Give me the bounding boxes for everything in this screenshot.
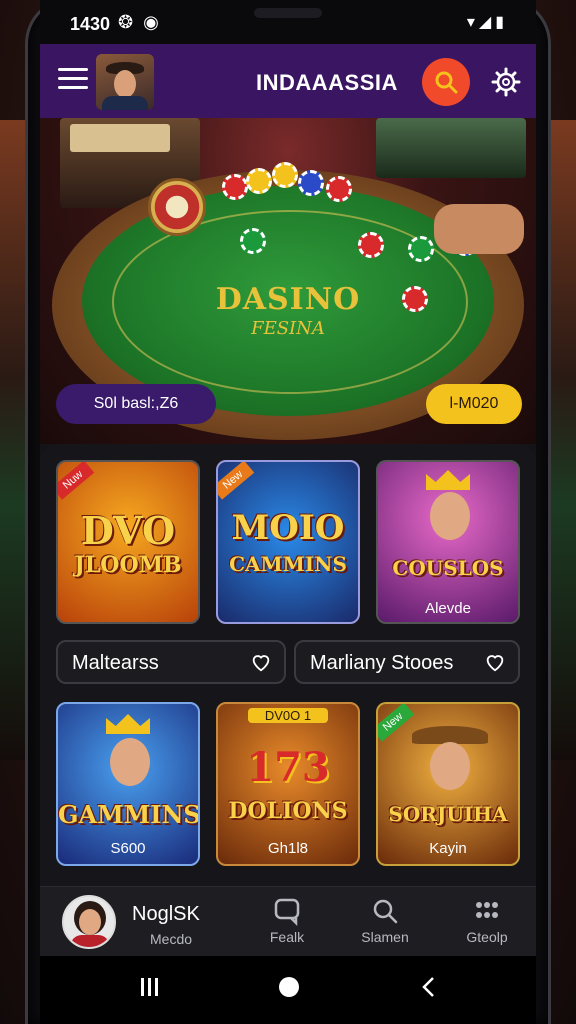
game-title: SORJUIHA (388, 802, 508, 826)
game-title-line2: CAMMINS (229, 552, 347, 576)
heart-icon[interactable] (484, 651, 506, 673)
crown-icon (106, 714, 150, 734)
game-character-illustration (422, 488, 478, 548)
game-title: GAMMINS (58, 800, 200, 829)
category-pill[interactable]: Maltearss (56, 640, 286, 684)
user-name[interactable]: NoglSK (132, 903, 200, 926)
status-system-icons: ▾◢▮ (467, 12, 508, 32)
gear-icon (491, 67, 521, 97)
game-badge: Nuw (58, 462, 95, 500)
chip-stack (326, 176, 352, 202)
table-title: DASINO (215, 282, 361, 317)
game-title: MOIO (231, 508, 345, 548)
hero-action-pill[interactable]: l-M020 (426, 384, 522, 424)
hero-info-pill[interactable]: S0l basl:,Z6 (56, 384, 216, 424)
battery-icon: ▮ (495, 14, 508, 31)
game-card[interactable]: COUSLOS Alevde (376, 460, 520, 624)
wifi-icon: ▾ (466, 14, 479, 31)
table-subtitle: FESINA (251, 318, 325, 339)
game-list: Nuw DVO JLOOMB New MOIO CAMMINS COUSLOS … (40, 444, 536, 886)
chip-stack (240, 228, 266, 254)
search-icon (373, 899, 398, 924)
game-badge: New (218, 462, 255, 500)
home-icon[interactable] (276, 974, 302, 1000)
heart-icon[interactable] (250, 651, 272, 673)
nav-label: Gteolp (466, 929, 508, 945)
user-avatar[interactable] (62, 895, 116, 949)
roulette-wheel-illustration (148, 178, 206, 236)
category-label: Marliany Stooes (310, 652, 454, 674)
bottom-navigation: NoglSK Mecdo Fealk Slamen Gteolp (40, 886, 536, 957)
slot-reels-digits: 173 (246, 744, 330, 791)
game-card[interactable]: GAMMINS S600 (56, 702, 200, 866)
chip-stack (358, 232, 384, 258)
chip-stack (272, 162, 298, 188)
game-subtitle: Kayin (429, 840, 467, 857)
chip-stack (246, 168, 272, 194)
top-app-bar: INDAAASSIA (40, 44, 536, 118)
game-card[interactable]: Nuw DVO JLOOMB (56, 460, 200, 624)
crown-icon (426, 470, 470, 490)
game-title-line2: JLOOMB (74, 552, 182, 578)
chip-stack (298, 170, 324, 196)
nav-label: Fealk (269, 929, 305, 945)
category-pill[interactable]: Marliany Stooes (294, 640, 520, 684)
game-subtitle: Gh1l8 (267, 840, 309, 857)
app-screen: 1430 ❂ ◉ ▾◢▮ INDAAASSIA DASINO FESINA S0… (40, 0, 536, 1024)
status-time: 1430 (70, 14, 111, 34)
slot-machine-illustration (376, 118, 526, 178)
system-navigation-bar (40, 956, 536, 1024)
game-card[interactable]: New SORJUIHA Kayin (376, 702, 520, 866)
status-bar: 1430 ❂ ◉ ▾◢▮ (40, 0, 536, 44)
game-title: DOLIONS (228, 798, 348, 824)
game-card[interactable]: New MOIO CAMMINS (216, 460, 360, 624)
dealer-hand-illustration (434, 204, 524, 254)
game-subtitle: S600 (110, 840, 146, 857)
game-title: DVO (80, 508, 176, 553)
profile-avatar[interactable] (96, 54, 154, 110)
chip-stack (222, 174, 248, 200)
nav-label-home[interactable]: Mecdo (150, 931, 192, 947)
status-notification-icons: ❂ ◉ (118, 12, 169, 33)
recent-apps-icon[interactable] (136, 974, 162, 1000)
game-card[interactable]: DV0O 1 173 DOLIONS Gh1l8 (216, 702, 360, 866)
nav-item-search[interactable]: Slamen (350, 895, 420, 945)
menu-icon[interactable] (58, 68, 88, 92)
dot-notification-icon: ◉ (143, 12, 159, 32)
app-title: INDAAASSIA (256, 70, 398, 95)
game-character-illustration (422, 742, 478, 790)
search-icon (435, 71, 458, 94)
category-label: Maltearss (72, 652, 159, 674)
grid-icon (476, 902, 498, 918)
hero-banner[interactable]: DASINO FESINA S0l basl:,Z6 l-M020 (40, 118, 536, 444)
chip-stack (408, 236, 434, 262)
game-subtitle: Alevde (425, 600, 471, 617)
signal-icon: ◢ (478, 14, 496, 31)
nav-item-chat[interactable]: Fealk (252, 895, 322, 945)
settings-button[interactable] (490, 66, 522, 98)
camera-notch (254, 8, 322, 18)
circle-notification-icon: ❂ (118, 12, 134, 32)
back-icon[interactable] (416, 974, 442, 1000)
game-title: COUSLOS (392, 556, 504, 580)
chat-icon (274, 898, 300, 927)
nav-item-grid[interactable]: Gteolp (452, 895, 522, 945)
search-button[interactable] (422, 58, 470, 106)
game-badge: DV0O 1 (248, 708, 328, 723)
game-badge: New (378, 704, 415, 742)
nav-label: Slamen (361, 929, 409, 945)
game-character-illustration (102, 734, 158, 794)
